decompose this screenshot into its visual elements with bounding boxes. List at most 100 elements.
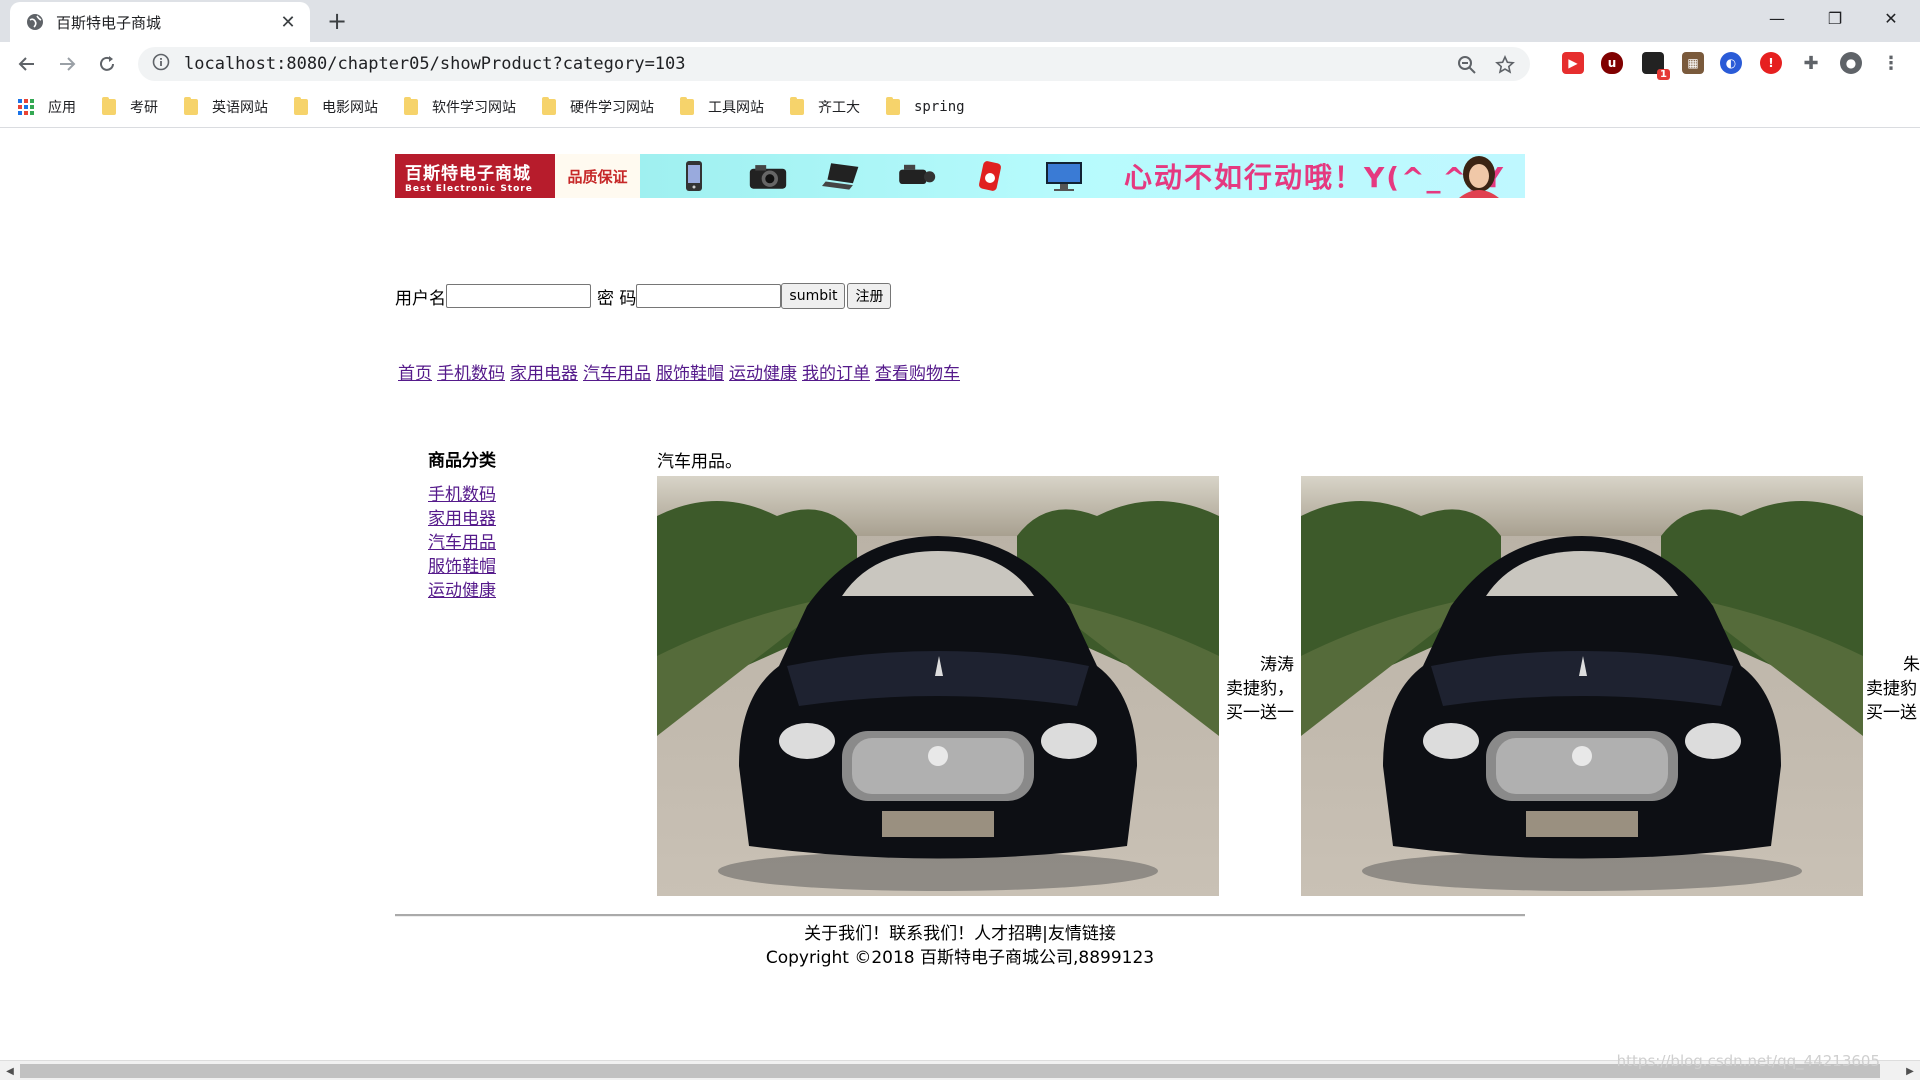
bookmark-label: 英语网站: [212, 99, 268, 116]
product-image[interactable]: [1301, 476, 1863, 896]
scrollbar-thumb[interactable]: [20, 1064, 1880, 1078]
bookmark-english[interactable]: 英语网站: [184, 96, 268, 117]
sidebar-item-appliances[interactable]: 家用电器: [428, 507, 496, 531]
music-player-icon: [970, 160, 1010, 192]
bookmarks-bar: 应用 考研 英语网站 电影网站 软件学习网站 硬件学习网站 工具网站 齐工大 s…: [0, 86, 1920, 128]
logo-subtitle: Best Electronic Store: [405, 183, 533, 194]
product-seller: 朱: [1903, 655, 1920, 675]
bookmark-movies[interactable]: 电影网站: [294, 96, 378, 117]
zoom-icon[interactable]: [1456, 54, 1478, 76]
product-image[interactable]: [657, 476, 1219, 896]
bookmark-label: spring: [914, 98, 965, 115]
logo-title: 百斯特电子商城: [405, 163, 531, 184]
back-button[interactable]: [12, 49, 42, 79]
new-tab-button[interactable]: +: [322, 6, 352, 36]
bookmark-label: 应用: [48, 99, 76, 116]
watermark: https://blog.csdn.net/qq_44213605: [1616, 1052, 1880, 1070]
nav-home[interactable]: 首页: [398, 359, 432, 384]
record-extension-icon[interactable]: ▶: [1562, 52, 1584, 74]
product-seller: 涛涛: [1260, 655, 1294, 675]
sidebar-item-mobile-digital[interactable]: 手机数码: [428, 483, 496, 507]
bookmark-label: 软件学习网站: [432, 99, 516, 116]
folder-icon: [886, 96, 900, 115]
folder-icon: [542, 96, 556, 115]
extensions-puzzle-icon[interactable]: ✚: [1800, 52, 1822, 74]
scroll-left-icon[interactable]: ◀: [2, 1063, 18, 1079]
forward-button[interactable]: [52, 49, 82, 79]
nav-apparel[interactable]: 服饰鞋帽: [656, 359, 724, 384]
bookmark-label: 硬件学习网站: [570, 99, 654, 116]
footer-divider: [395, 914, 1525, 917]
bookmark-apps[interactable]: 应用: [18, 97, 76, 117]
scroll-right-icon[interactable]: ▶: [1902, 1063, 1918, 1079]
register-button[interactable]: 注册: [847, 283, 892, 309]
restore-button[interactable]: ❐: [1806, 0, 1864, 36]
login-form: 用户名 密 码 sumbit 注册: [395, 283, 892, 309]
section-title: 汽车用品。: [657, 452, 742, 472]
star-icon[interactable]: [1494, 54, 1516, 76]
bookmark-software[interactable]: 软件学习网站: [404, 96, 516, 117]
nav-auto[interactable]: 汽车用品: [583, 359, 651, 384]
profile-avatar-icon[interactable]: ●: [1840, 52, 1862, 74]
adblock-icon[interactable]: !: [1760, 52, 1782, 74]
sidebar-item-sports[interactable]: 运动健康: [428, 579, 496, 603]
bookmark-label: 工具网站: [708, 99, 764, 116]
bookmark-label: 电影网站: [322, 99, 378, 116]
nav-sports[interactable]: 运动健康: [729, 359, 797, 384]
quality-badge: 品质保证: [567, 167, 628, 186]
product-promo: 买一送: [1866, 703, 1917, 723]
close-tab-icon[interactable]: ✕: [276, 12, 300, 33]
camcorder-icon: [896, 160, 936, 192]
menu-dots-icon[interactable]: ⋮: [1880, 52, 1902, 74]
active-tab[interactable]: 百斯特电子商城 ✕: [10, 2, 310, 42]
store-logo: 百斯特电子商城 Best Electronic Store: [395, 154, 555, 198]
sidebar-item-apparel[interactable]: 服饰鞋帽: [428, 555, 496, 579]
bookmark-spring[interactable]: spring: [886, 96, 965, 115]
bookmark-hardware[interactable]: 硬件学习网站: [542, 96, 654, 117]
extension-badge-icon[interactable]: 1: [1642, 52, 1670, 80]
address-bar[interactable]: localhost:8080/chapter05/showProduct?cat…: [138, 47, 1530, 81]
banner-slogan: 心动不如行动哦！Y(^_^)Y: [1124, 161, 1506, 194]
category-sidebar: 商品分类 手机数码 家用电器 汽车用品 服饰鞋帽 运动健康: [428, 446, 496, 603]
puzzle-app-icon[interactable]: ▦: [1682, 52, 1704, 74]
bookmark-qigongda[interactable]: 齐工大: [790, 96, 860, 117]
submit-button[interactable]: sumbit: [781, 283, 846, 309]
product-line: 卖捷豹，: [1226, 679, 1294, 699]
footer-copyright: Copyright ©2018 百斯特电子商城公司,8899123: [765, 948, 1155, 968]
tab-title: 百斯特电子商城: [56, 13, 162, 32]
folder-icon: [680, 96, 694, 115]
camera-icon: [748, 160, 788, 192]
nav-appliances[interactable]: 家用电器: [510, 359, 578, 384]
bookmark-label: 齐工大: [818, 99, 860, 116]
info-icon[interactable]: [152, 53, 170, 75]
folder-icon: [102, 96, 116, 115]
reload-button[interactable]: [92, 49, 122, 79]
password-label: 密 码: [597, 288, 637, 309]
close-window-button[interactable]: ✕: [1862, 0, 1920, 36]
phone-icon: [674, 160, 714, 192]
store-banner: 百斯特电子商城 Best Electronic Store 品质保证 心动不如行…: [395, 154, 1525, 198]
tab-strip: 百斯特电子商城 ✕ + — ❐ ✕: [0, 0, 1920, 42]
apps-grid-icon: [18, 98, 34, 115]
url-text: localhost:8080/chapter05/showProduct?cat…: [184, 54, 686, 74]
bookmark-label: 考研: [130, 99, 158, 116]
password-input[interactable]: [636, 284, 782, 308]
monitor-icon: [1044, 160, 1084, 192]
username-input[interactable]: [446, 284, 591, 308]
sidebar-heading: 商品分类: [428, 451, 496, 471]
nav-cart[interactable]: 查看购物车: [875, 359, 960, 384]
product-promo: 买一送一: [1226, 703, 1294, 723]
bookmark-kaoyan[interactable]: 考研: [102, 96, 158, 117]
product-line: 卖捷豹: [1866, 679, 1917, 699]
sidebar-item-auto[interactable]: 汽车用品: [428, 531, 496, 555]
nav-mobile-digital[interactable]: 手机数码: [437, 359, 505, 384]
product-description: 朱 卖捷豹 买一送: [1866, 653, 1920, 725]
folder-icon: [404, 96, 418, 115]
nav-my-orders[interactable]: 我的订单: [802, 359, 870, 384]
bookmark-tools[interactable]: 工具网站: [680, 96, 764, 117]
ublock-icon[interactable]: u: [1601, 52, 1623, 74]
firefox-like-icon[interactable]: ◐: [1720, 52, 1742, 74]
folder-icon: [184, 96, 198, 115]
main-nav: 首页 手机数码 家用电器 汽车用品 服饰鞋帽 运动健康 我的订单 查看购物车: [398, 359, 965, 384]
minimize-button[interactable]: —: [1748, 0, 1806, 36]
